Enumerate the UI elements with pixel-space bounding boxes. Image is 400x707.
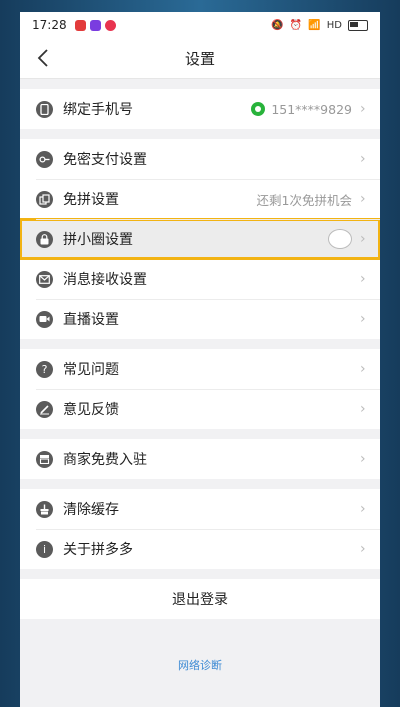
chevron-right-icon: ›	[360, 311, 366, 327]
wechat-icon	[251, 102, 266, 116]
settings-row-live[interactable]: 直播设置 ›	[20, 299, 380, 339]
settings-group-misc: 清除缓存 › i 关于拼多多 ›	[20, 489, 380, 569]
settings-row-circle[interactable]: 拼小圈设置 ›	[20, 218, 380, 260]
settings-row-label: 商家免费入驻	[63, 452, 147, 468]
network-type: HD	[326, 19, 342, 31]
notification-app-icon	[74, 19, 86, 31]
chevron-right-icon: ›	[360, 151, 366, 167]
settings-group-account: 绑定手机号 151****9829 ›	[20, 89, 380, 129]
wifi-icon: 📶	[308, 19, 321, 31]
settings-row-label: 意见反馈	[63, 402, 119, 418]
lock-icon	[36, 230, 53, 248]
broom-icon	[36, 500, 53, 518]
phone-icon	[36, 100, 53, 118]
chevron-right-icon: ›	[360, 401, 366, 417]
settings-row-free-group[interactable]: 免拼设置 还剩1次免拼机会 ›	[20, 179, 380, 219]
settings-row-label: 免拼设置	[63, 192, 119, 208]
notification-app-icon	[104, 19, 116, 31]
settings-row-label: 常见问题	[63, 362, 119, 378]
settings-row-message-receive[interactable]: 消息接收设置 ›	[20, 259, 380, 299]
settings-row-password-free-pay[interactable]: 免密支付设置 ›	[20, 139, 380, 179]
settings-row-bind-phone[interactable]: 绑定手机号 151****9829 ›	[20, 89, 380, 129]
alarm-icon: ⏰	[289, 19, 303, 31]
page-title: 设置	[184, 49, 215, 68]
circle-toggle[interactable]	[328, 229, 352, 249]
notification-app-icon	[89, 19, 101, 31]
back-button[interactable]	[34, 47, 54, 69]
logout-button[interactable]: 退出登录	[20, 579, 380, 619]
settings-row-merchant-join[interactable]: 商家免费入驻 ›	[20, 439, 380, 479]
mail-icon	[36, 270, 53, 288]
settings-group-general: 免密支付设置 › 免拼设置 还剩1次免拼机会 › 拼小圈设置 › 消息接收设置 …	[20, 139, 380, 339]
copy-icon	[36, 190, 53, 208]
settings-row-label: 消息接收设置	[63, 272, 147, 288]
status-bar: 17:28 🔕 ⏰ 📶 HD	[20, 12, 380, 38]
chevron-right-icon: ›	[360, 451, 366, 467]
nav-bar: 设置	[20, 38, 380, 79]
phone-frame: 17:28 🔕 ⏰ 📶 HD 设置 绑定手机号 151****9829 › 免密…	[0, 0, 400, 707]
settings-row-label: 清除缓存	[63, 502, 119, 518]
settings-row-label: 拼小圈设置	[63, 232, 133, 248]
battery-icon	[348, 19, 368, 31]
video-icon	[36, 310, 53, 328]
network-diagnose-link[interactable]: 网络诊断	[20, 657, 380, 673]
chevron-right-icon: ›	[360, 501, 366, 517]
settings-row-about[interactable]: i 关于拼多多 ›	[20, 529, 380, 569]
key-icon	[36, 150, 53, 168]
question-icon: ?	[36, 360, 53, 378]
settings-row-value: 151****9829	[251, 102, 352, 117]
store-icon	[36, 450, 53, 468]
phone-screen: 17:28 🔕 ⏰ 📶 HD 设置 绑定手机号 151****9829 › 免密…	[20, 12, 380, 707]
settings-row-label: 绑定手机号	[63, 102, 133, 118]
chevron-right-icon: ›	[360, 271, 366, 287]
settings-group-merchant: 商家免费入驻 ›	[20, 439, 380, 479]
pen-icon	[36, 400, 53, 418]
settings-row-label: 免密支付设置	[63, 152, 147, 168]
chevron-left-icon	[37, 49, 48, 67]
mute-icon: 🔕	[271, 19, 284, 31]
chevron-right-icon: ›	[360, 361, 366, 377]
chevron-right-icon: ›	[360, 541, 366, 557]
status-indicators: 🔕 ⏰ 📶 HD	[271, 19, 368, 31]
info-icon: i	[36, 540, 53, 558]
settings-group-help: ? 常见问题 › 意见反馈 ›	[20, 349, 380, 429]
settings-row-feedback[interactable]: 意见反馈 ›	[20, 389, 380, 429]
settings-row-clear-cache[interactable]: 清除缓存 ›	[20, 489, 380, 529]
status-time: 17:28	[32, 18, 67, 32]
settings-row-label: 关于拼多多	[63, 542, 133, 558]
chevron-right-icon: ›	[360, 101, 366, 117]
settings-row-label: 直播设置	[63, 312, 119, 328]
chevron-right-icon: ›	[360, 191, 366, 207]
chevron-right-icon: ›	[360, 231, 366, 247]
settings-row-value: 还剩1次免拼机会	[256, 192, 352, 208]
settings-row-faq[interactable]: ? 常见问题 ›	[20, 349, 380, 389]
